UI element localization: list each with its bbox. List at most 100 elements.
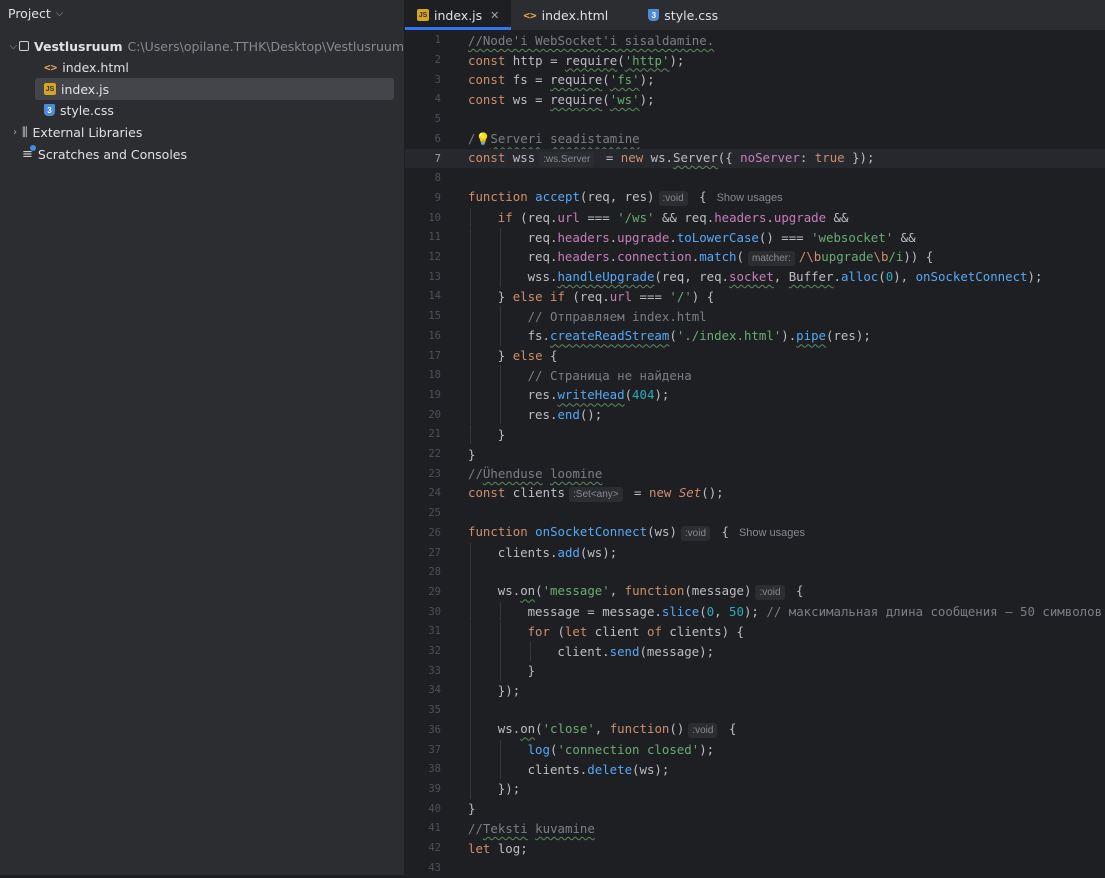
tree-file-index-html[interactable]: <> index.html <box>0 56 404 78</box>
code-line[interactable]: 37 log('connection closed'); <box>405 739 1105 760</box>
code-line[interactable]: 9 function accept(req, res):void {Show us… <box>405 188 1105 208</box>
code-line[interactable]: 8 <box>405 168 1105 188</box>
indent-guide <box>499 365 501 386</box>
indent-guide <box>499 739 501 760</box>
tab-index-html[interactable]: <> index.html <box>511 0 620 30</box>
code-token: ws = <box>505 91 551 107</box>
code-line[interactable]: 23 //Ühenduse loomine <box>405 464 1105 484</box>
code-line[interactable]: 40} <box>405 799 1105 819</box>
code-line[interactable]: 21} <box>405 424 1105 445</box>
project-title: Project <box>8 5 51 21</box>
code-line[interactable]: 30 message = message.slice(0, 50); // мак… <box>405 601 1105 622</box>
code-line[interactable]: 36 ws.on('close', function():void { <box>405 720 1105 740</box>
code-line[interactable]: 33} <box>405 660 1105 681</box>
code-line[interactable]: 24 const clients:Set<any> = new Set(); <box>405 484 1105 504</box>
code-line[interactable]: 26 function onSocketConnect(ws):void {Sho… <box>405 523 1105 543</box>
indent-guide <box>470 542 471 563</box>
tab-index-js[interactable]: JS index.js ✕ <box>405 0 512 30</box>
code-token: wss. <box>527 269 558 285</box>
chevron-down-icon[interactable]: ⌵ <box>8 41 19 52</box>
code-line[interactable]: 4 const ws = require('ws'); <box>405 90 1105 110</box>
inlay-hint: :void <box>680 526 711 542</box>
line-number: 32 <box>428 645 441 658</box>
code-line[interactable]: 39}); <box>405 779 1105 799</box>
code-line[interactable]: 14} else if (req.url === '/') { <box>405 286 1105 307</box>
code-content: } else if (req.url === '/') { <box>498 289 714 304</box>
code-line[interactable]: 17} else { <box>405 345 1105 366</box>
code-line[interactable]: 19 res.writeHead(404); <box>405 385 1105 405</box>
tree-file-style-css[interactable]: 3 style.css <box>0 99 404 121</box>
code-token: function <box>609 721 670 737</box>
code-line[interactable]: 18 // Страница не найдена <box>405 365 1105 386</box>
code-content: client.send(message); <box>557 644 714 659</box>
show-usages-link[interactable]: Show usages <box>717 192 783 204</box>
code-token: (); <box>579 407 603 423</box>
code-token: }); <box>497 781 521 797</box>
code-line[interactable]: 27 clients.add(ws); <box>405 542 1105 563</box>
tab-style-css[interactable]: 3 style.css <box>620 0 730 30</box>
code-token: ( <box>624 387 633 403</box>
code-token: 'websocket' <box>811 229 894 245</box>
tree-external-libraries[interactable]: › ⫼ External Libraries <box>0 121 404 143</box>
line-number: 39 <box>428 782 441 795</box>
code-token: '/ws' <box>617 210 655 226</box>
code-content: wss.handleUpgrade(req, req.socket, Buffe… <box>528 269 1043 284</box>
code-token: ( <box>699 604 707 620</box>
code-line[interactable]: 42 let log; <box>405 838 1105 858</box>
code-line[interactable]: 7 const wss:ws.Server = new ws.Server({ n… <box>405 148 1105 169</box>
code-line[interactable]: 16 fs.createReadStream('./index.html').pi… <box>405 326 1105 346</box>
code-token: Teksti <box>482 820 528 836</box>
code-line[interactable]: 25 <box>405 503 1105 523</box>
code-line[interactable]: 1 //Node'i WebSocket'i sisaldamine. <box>405 31 1105 51</box>
code-token: Set <box>678 484 702 500</box>
code-token: on <box>520 583 536 599</box>
code-line[interactable]: 35 <box>405 700 1105 720</box>
code-line[interactable]: 20 res.end(); <box>405 404 1105 425</box>
code-line[interactable]: 15 // Отправляем index.html <box>405 306 1105 326</box>
code-editor[interactable]: 1 //Node'i WebSocket'i sisaldamine. 2 const… <box>405 30 1105 875</box>
code-content: //Node'i WebSocket'i sisaldamine. <box>468 33 714 48</box>
indent-guide <box>499 404 501 425</box>
code-line[interactable]: 32 client.send(message); <box>405 641 1105 661</box>
code-line[interactable]: 5 <box>405 109 1105 129</box>
line-number: 35 <box>428 704 441 717</box>
code-line[interactable]: 29 ws.on('message', function(message):voi… <box>405 582 1105 602</box>
code-line[interactable]: 41 //Teksti kuvamine <box>405 819 1105 839</box>
indent-guide <box>470 286 471 307</box>
code-token: (req, res) <box>579 189 655 205</box>
tree-scratches[interactable]: ≡ Scratches and Consoles <box>0 143 404 165</box>
code-line[interactable]: 11 req.headers.upgrade.toLowerCase() === … <box>405 227 1105 248</box>
tree-file-index-js[interactable]: JS index.js <box>35 78 394 100</box>
code-token: ); <box>639 91 655 107</box>
code-token: () <box>669 721 685 737</box>
show-usages-link[interactable]: Show usages <box>739 527 805 539</box>
code-content: message = message.slice(0, 50); // макси… <box>528 604 1102 619</box>
tree-root-folder[interactable]: ⌵ Vestlusruum C:\Users\opilane.TTHK\Desk… <box>0 35 404 57</box>
code-line[interactable]: 10 if (req.url === '/ws' && req.headers.u… <box>405 207 1105 228</box>
library-icon: ⫼ <box>22 124 28 139</box>
chevron-right-icon[interactable]: › <box>8 127 22 138</box>
code-line[interactable]: 6 /💡Serveri seadistamine <box>405 129 1105 149</box>
code-token: '/' <box>669 288 692 304</box>
lightbulb-icon[interactable]: 💡 <box>475 132 490 146</box>
code-line[interactable]: 38 clients.delete(ws); <box>405 759 1105 780</box>
code-line[interactable]: 22} <box>405 444 1105 464</box>
close-icon[interactable]: ✕ <box>490 9 499 22</box>
code-content: } <box>468 801 475 816</box>
code-token: { <box>691 189 707 205</box>
project-view-selector[interactable]: Project ⌵ <box>0 0 404 26</box>
line-number: 3 <box>434 73 441 86</box>
code-line[interactable]: 28 <box>405 562 1105 583</box>
code-line[interactable]: 34}); <box>405 680 1105 701</box>
code-line[interactable]: 12 req.headers.connection.match(matcher: /… <box>405 247 1105 267</box>
indent-guide <box>499 326 501 346</box>
line-number: 29 <box>428 585 441 598</box>
indent-guide <box>499 660 501 681</box>
code-content: function accept(req, res):void {Show usa… <box>468 189 783 207</box>
code-line[interactable]: 3 const fs = require('fs'); <box>405 70 1105 90</box>
indent-guide <box>470 601 471 622</box>
code-line[interactable]: 31 for (let client of clients) { <box>405 621 1105 642</box>
code-token: // <box>468 820 483 836</box>
code-line[interactable]: 2 const http = require('http'); <box>405 50 1105 70</box>
code-line[interactable]: 13 wss.handleUpgrade(req, req.socket, Buf… <box>405 266 1105 287</box>
